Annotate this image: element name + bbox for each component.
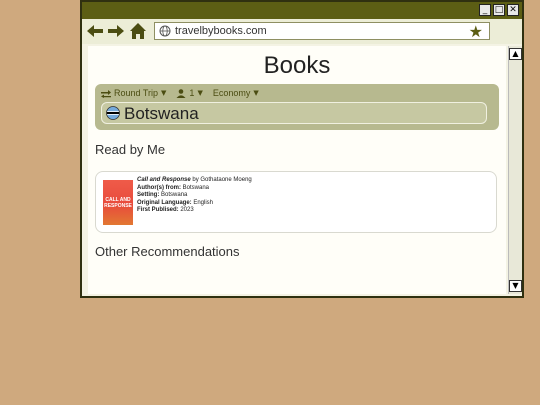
forward-arrow-icon[interactable] — [107, 22, 125, 40]
published-value: 2023 — [180, 207, 194, 214]
chevron-down-icon: ▼ — [197, 89, 203, 97]
cabin-label: Economy — [212, 88, 251, 98]
minimize-button[interactable]: _ — [479, 4, 491, 16]
back-arrow-icon[interactable] — [86, 22, 104, 40]
travelers-dropdown[interactable]: 1 ▼ — [176, 88, 203, 98]
travelers-count: 1 — [189, 88, 195, 98]
botswana-flag-icon — [106, 106, 120, 120]
title-bar: _ □ ✕ — [82, 2, 522, 19]
authors-from-label: Author(s) from: — [137, 184, 181, 191]
trip-type-dropdown[interactable]: Round Trip ▼ — [101, 88, 166, 98]
maximize-button[interactable]: □ — [493, 4, 505, 16]
book-card[interactable]: CALL AND RESPONSE Call and Response by G… — [95, 171, 497, 233]
browser-toolbar: travelbybooks.com ★ — [82, 19, 522, 44]
read-by-me-heading: Read by Me — [95, 142, 166, 157]
setting-value: Botswana — [161, 192, 188, 199]
globe-icon — [159, 25, 171, 37]
book-title: Call and Response — [137, 177, 191, 183]
vertical-scrollbar[interactable]: ▲ ▼ — [508, 46, 522, 294]
book-author: Gothataone Moeng — [200, 177, 252, 183]
language-value: English — [193, 199, 214, 206]
book-cover: CALL AND RESPONSE — [103, 180, 133, 225]
book-details: Call and Response by Gothataone Moeng Au… — [137, 177, 252, 215]
browser-window: _ □ ✕ travelbybooks.com ★ Books Round Tr… — [80, 0, 524, 298]
destination-text: Botswana — [124, 104, 199, 123]
page-title: Books — [263, 52, 331, 79]
scroll-up-button[interactable]: ▲ — [509, 48, 522, 60]
close-button[interactable]: ✕ — [507, 4, 519, 16]
language-label: Original Language: — [137, 199, 192, 206]
search-panel: Round Trip ▼ 1 ▼ Economy ▼ Botswana — [95, 84, 499, 130]
other-recommendations-heading: Other Recommendations — [95, 244, 240, 259]
chevron-down-icon: ▼ — [253, 89, 259, 97]
cover-title: CALL AND RESPONSE — [104, 197, 132, 209]
published-label: First Publised: — [137, 207, 179, 214]
home-icon[interactable] — [129, 22, 147, 40]
page-content: Books Round Trip ▼ 1 ▼ Economy ▼ Botswan… — [88, 46, 506, 294]
person-icon — [176, 88, 186, 98]
authors-from-value: Botswana — [182, 184, 210, 191]
cabin-dropdown[interactable]: Economy ▼ — [213, 88, 259, 98]
scroll-down-button[interactable]: ▼ — [509, 280, 522, 292]
setting-label: Setting: — [137, 192, 160, 199]
trip-type-label: Round Trip — [114, 88, 159, 98]
address-bar[interactable]: travelbybooks.com ★ — [154, 22, 490, 41]
swap-arrows-icon — [101, 89, 111, 98]
destination-input[interactable]: Botswana — [101, 102, 487, 124]
book-by: by — [192, 177, 199, 183]
chevron-down-icon: ▼ — [161, 89, 167, 97]
bookmark-star-icon[interactable]: ★ — [469, 22, 483, 41]
url-text: travelbybooks.com — [175, 25, 267, 37]
